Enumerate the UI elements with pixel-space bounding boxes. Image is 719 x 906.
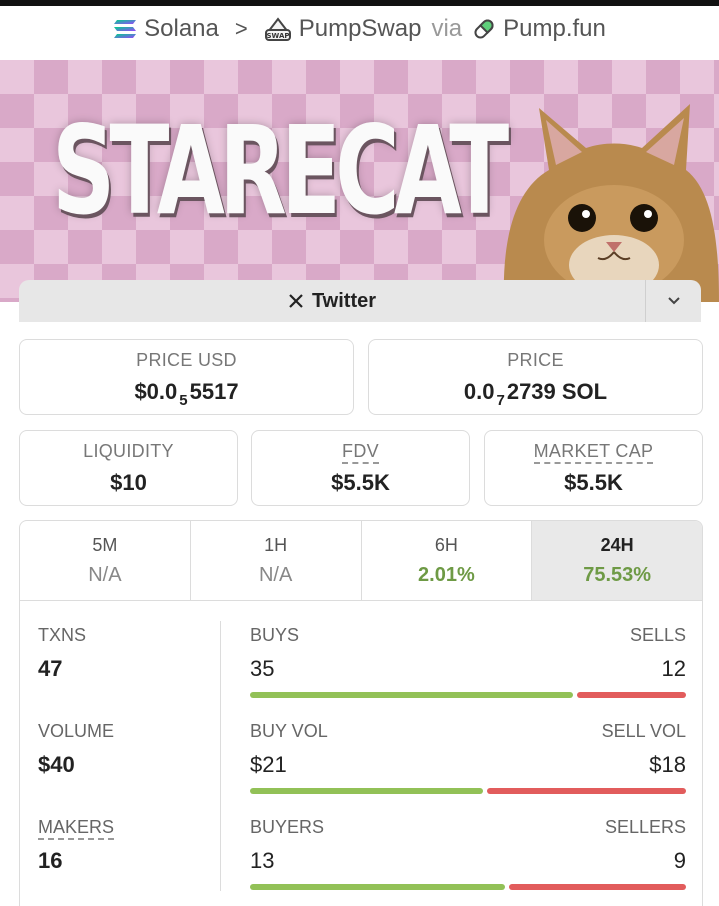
tab-5m-label: 5M	[92, 534, 118, 555]
makers-label: MAKERS	[38, 817, 115, 840]
buys-sells-row: BUYS SELLS 35 12	[250, 625, 686, 698]
buyers-bar	[250, 884, 506, 890]
launchpad-name: Pump.fun	[503, 15, 606, 42]
twitter-link[interactable]: Twitter	[19, 280, 645, 322]
chevron-down-icon	[667, 297, 680, 305]
pumpswap-icon: SWAP	[264, 17, 291, 41]
breadcrumb-chain[interactable]: Solana	[113, 15, 219, 43]
buys-bar	[250, 692, 573, 698]
sell-vol-bar	[487, 788, 686, 794]
price-usd-zero-count: 5	[179, 391, 188, 409]
sells-value: 12	[661, 656, 686, 681]
volume-label: VOLUME	[38, 721, 115, 741]
sells-label: SELLS	[629, 625, 686, 645]
banner-title: STARECAT	[52, 100, 509, 242]
buy-sell-volume-bar	[250, 788, 686, 794]
price-native-prefix: 0.0	[463, 378, 495, 404]
sellers-value: 9	[673, 848, 686, 873]
liquidity-card: LIQUIDITY $10	[19, 430, 238, 506]
breadcrumb-launchpad[interactable]: Pump.fun	[472, 15, 606, 43]
price-native-digits: 2739 SOL	[506, 378, 608, 404]
txns-value: 47	[38, 656, 63, 681]
tab-24h[interactable]: 24H 75.53%	[532, 521, 702, 600]
market-cap-card[interactable]: MARKET CAP $5.5K	[484, 430, 703, 506]
pill-icon	[474, 19, 494, 39]
tab-24h-change: 75.53%	[583, 563, 652, 586]
fdv-card[interactable]: FDV $5.5K	[251, 430, 470, 506]
tab-6h-label: 6H	[434, 534, 458, 555]
buy-vol-bar	[250, 788, 484, 794]
liquidity-value: $10	[110, 469, 147, 495]
buys-sells-bar	[250, 692, 686, 698]
buyers-value: 13	[250, 848, 275, 873]
market-cap-value: $5.5K	[564, 469, 623, 495]
timeframe-tabs: 5M N/A 1H N/A 6H 2.01% 24H 75.53%	[20, 521, 702, 601]
tab-5m-change: N/A	[88, 563, 122, 586]
volume-value: $40	[38, 752, 75, 777]
stats-panel: 5M N/A 1H N/A 6H 2.01% 24H 75.53% TXNS 4…	[19, 520, 703, 906]
x-logo-icon	[289, 294, 303, 308]
tab-6h-change: 2.01%	[418, 563, 475, 586]
sellers-bar	[509, 884, 686, 890]
market-cap-label: MARKET CAP	[533, 440, 654, 464]
buyers-sellers-row: BUYERS SELLERS 13 9	[250, 817, 686, 890]
pumpswap-badge: SWAP	[266, 32, 289, 40]
token-banner: STARECAT	[0, 60, 719, 302]
buy-vol-value: $21	[250, 752, 287, 777]
txns-metric: TXNS 47	[38, 625, 86, 682]
buyers-label: BUYERS	[250, 817, 325, 837]
chain-name: Solana	[144, 15, 219, 42]
liquidity-label: LIQUIDITY	[83, 440, 174, 461]
tab-1h[interactable]: 1H N/A	[191, 521, 362, 600]
tab-5m[interactable]: 5M N/A	[20, 521, 191, 600]
dex-name: PumpSwap	[298, 15, 422, 42]
price-usd-value: $0.0 55517	[134, 378, 239, 409]
txns-label: TXNS	[38, 625, 87, 645]
price-native-label: PRICE	[507, 349, 564, 370]
price-native-zero-count: 7	[496, 391, 505, 409]
sell-vol-label: SELL VOL	[601, 721, 686, 741]
buy-sell-volume-row: BUY VOL SELL VOL $21 $18	[250, 721, 686, 794]
buys-value: 35	[250, 656, 275, 681]
price-usd-digits: 5517	[189, 378, 239, 404]
buyers-sellers-bar	[250, 884, 686, 890]
twitter-link-bar: Twitter	[19, 280, 701, 322]
breadcrumb-separator: >	[234, 16, 248, 41]
price-native-value: 0.0 72739 SOL	[463, 378, 608, 409]
buys-label: BUYS	[250, 625, 300, 645]
tab-24h-label: 24H	[600, 534, 634, 555]
tab-6h[interactable]: 6H 2.01%	[362, 521, 533, 600]
sellers-label: SELLERS	[604, 817, 686, 837]
stats-rows: TXNS 47 BUYS SELLS 35 12 VOLUME $40 BUY …	[20, 601, 702, 906]
via-label: via	[431, 15, 463, 42]
stats-divider	[220, 621, 221, 891]
tab-1h-change: N/A	[258, 563, 293, 586]
volume-metric: VOLUME $40	[38, 721, 114, 778]
sell-vol-value: $18	[649, 752, 686, 777]
socials-dropdown-button[interactable]	[645, 280, 701, 322]
buy-vol-label: BUY VOL	[250, 721, 328, 741]
price-usd-prefix: $0.0	[134, 378, 178, 404]
sells-bar	[576, 692, 686, 698]
twitter-label: Twitter	[311, 289, 377, 312]
cat-image	[503, 104, 719, 302]
price-usd-card: PRICE USD $0.0 55517	[19, 339, 354, 415]
price-usd-label: PRICE USD	[136, 349, 237, 370]
breadcrumb: Solana > SWAP PumpSwap via Pump.fun	[0, 6, 719, 52]
price-native-card: PRICE 0.0 72739 SOL	[368, 339, 703, 415]
solana-icon	[114, 20, 137, 38]
tab-1h-label: 1H	[264, 534, 288, 555]
breadcrumb-dex[interactable]: SWAP PumpSwap	[264, 15, 422, 43]
makers-metric: MAKERS 16	[38, 817, 115, 874]
makers-value: 16	[38, 848, 63, 873]
fdv-value: $5.5K	[331, 469, 390, 495]
fdv-label: FDV	[342, 440, 379, 464]
